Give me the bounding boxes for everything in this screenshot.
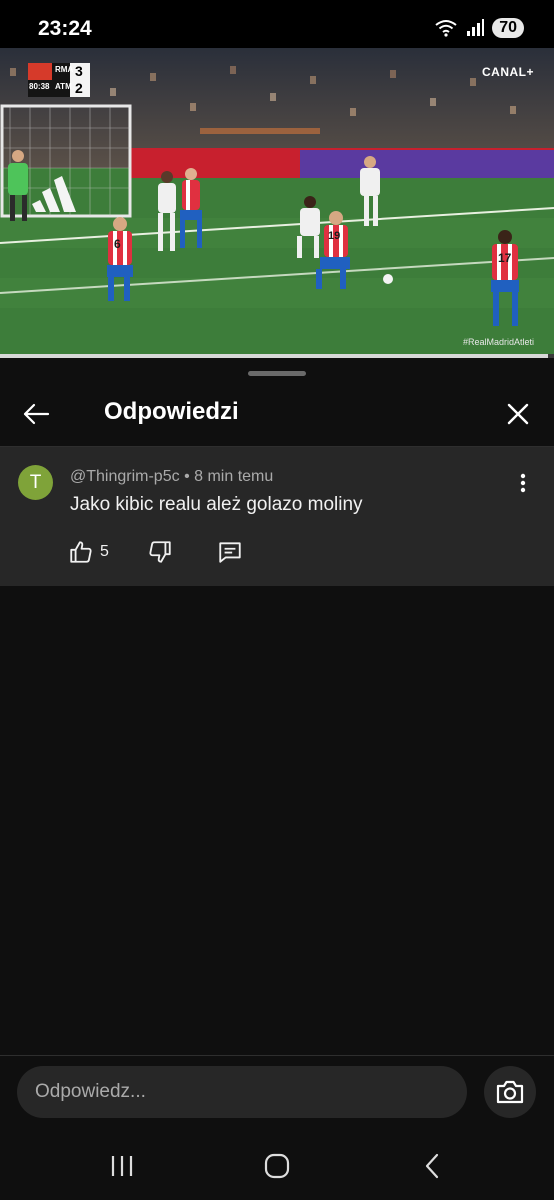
sheet-header: Odpowiedzi [0, 386, 554, 446]
camera-icon [496, 1080, 524, 1104]
reply-button[interactable] [217, 537, 243, 567]
jersey-number-19: 19 [328, 230, 341, 242]
away-score: 2 [75, 80, 83, 96]
dislike-button[interactable] [147, 537, 173, 567]
thumbs-up-icon [70, 541, 92, 563]
more-vert-icon [520, 473, 526, 493]
home-icon [264, 1153, 290, 1179]
comment-icon [219, 542, 241, 563]
jersey-number-17: 17 [498, 251, 512, 265]
reply-input[interactable]: Odpowiedz... [17, 1066, 467, 1118]
back-button[interactable] [18, 396, 54, 432]
home-team: RMA [55, 65, 74, 74]
jersey-number-6: 6 [114, 237, 121, 251]
reply-bar-divider [0, 1055, 554, 1056]
thumbs-down-icon [149, 541, 171, 563]
recent-apps-icon [111, 1156, 133, 1176]
status-bar: 23:24 70 [0, 0, 554, 48]
comment-text: Jako kibic realu ależ golazo moliny [70, 494, 363, 515]
comment-meta: @Thingrim-p5c • 8 min temu [70, 468, 273, 486]
comment-time: 8 min temu [194, 468, 274, 485]
video-player[interactable]: RMA 3 80:38 ATM 2 CANAL+ 6 19 17 #RealMa… [0, 48, 554, 358]
match-clock: 80:38 [29, 82, 50, 91]
sheet-title: Odpowiedzi [104, 398, 239, 425]
signal-icon [467, 19, 485, 36]
comment-actions: 5 [68, 537, 243, 567]
battery-icon: 70 [492, 18, 524, 38]
arrow-left-icon [23, 403, 50, 425]
like-button[interactable]: 5 [68, 537, 109, 567]
avatar[interactable]: T [18, 465, 53, 500]
parent-comment: T @Thingrim-p5c • 8 min temu Jako kibic … [0, 447, 554, 586]
more-options-button[interactable] [514, 469, 532, 497]
video-frame [0, 48, 554, 358]
channel-logo: CANAL+ [481, 65, 534, 79]
close-icon [507, 403, 529, 425]
away-team: ATM [55, 82, 72, 91]
camera-button[interactable] [484, 1066, 536, 1118]
home-score: 3 [75, 63, 83, 79]
wifi-icon [435, 20, 457, 37]
comment-author[interactable]: @Thingrim-p5c [70, 468, 180, 485]
home-button[interactable] [257, 1150, 297, 1182]
status-icons: 70 [434, 18, 524, 38]
clock: 23:24 [38, 17, 92, 40]
chevron-left-icon [425, 1153, 439, 1179]
recent-apps-button[interactable] [102, 1150, 142, 1182]
close-button[interactable] [500, 396, 536, 432]
system-nav-bar [0, 1130, 554, 1200]
system-back-button[interactable] [412, 1150, 452, 1182]
like-count: 5 [100, 543, 109, 560]
meta-separator: • [184, 468, 190, 485]
drag-handle[interactable] [248, 371, 306, 376]
hashtag-watermark: #RealMadridAtleti [462, 337, 534, 347]
